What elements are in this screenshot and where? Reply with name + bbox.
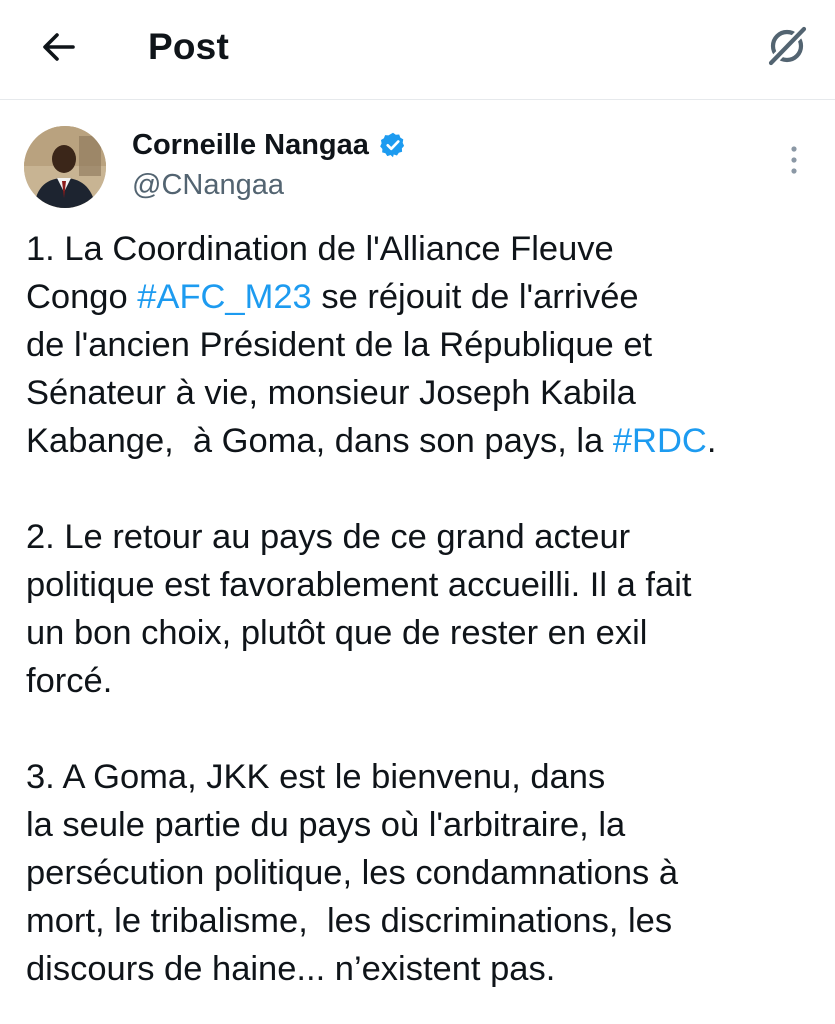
more-options-button[interactable] — [774, 138, 814, 182]
text-run: Congo — [26, 278, 138, 316]
top-app-bar: Post — [0, 0, 835, 100]
text-run: se réjouit de l'arrivée — [311, 278, 639, 316]
hashtag-link-afc-m23[interactable]: #AFC_M23 — [137, 278, 312, 316]
back-button[interactable] — [34, 25, 82, 69]
post-line: un bon choix, plutôt que de rester en ex… — [26, 614, 648, 652]
avatar[interactable] — [24, 126, 106, 208]
arrow-left-icon — [43, 33, 75, 61]
post-line: la seule partie du pays où l'arbitraire,… — [26, 806, 626, 844]
page-title: Post — [148, 26, 229, 67]
post-line: Congo #AFC_M23 se réjouit de l'arrivée — [26, 273, 826, 321]
grok-button[interactable] — [758, 20, 816, 72]
author-name[interactable]: Corneille Nangaa — [132, 126, 407, 164]
post-line: 3. A Goma, JKK est le bienvenu, dans — [26, 758, 606, 796]
post-line: forcé. — [26, 662, 113, 700]
post-line: persécution politique, les condamnations… — [26, 854, 679, 892]
post-line: de l'ancien Président de la République e… — [26, 326, 653, 364]
post-line: discours de haine... n’existent pas. — [26, 950, 556, 988]
post-paragraph-1: 1. La Coordination de l'Alliance Fleuve … — [26, 225, 826, 465]
post-line: politique est favorablement accueilli. I… — [26, 566, 692, 604]
post-line: Kabange, à Goma, dans son pays, la #RDC. — [26, 417, 826, 465]
author-handle[interactable]: @CNangaa — [132, 166, 284, 204]
author-name-text: Corneille Nangaa — [132, 129, 369, 161]
text-run: . — [706, 422, 717, 460]
text-run: Kabange, à Goma, dans son pays, la — [26, 422, 613, 460]
post-line: 1. La Coordination de l'Alliance Fleuve — [26, 230, 614, 268]
post-line: 2. Le retour au pays de ce grand acteur — [26, 518, 631, 556]
post-paragraph-3: 3. A Goma, JKK est le bienvenu, dans la … — [26, 753, 826, 993]
verified-badge-icon — [380, 132, 404, 158]
grok-icon — [764, 23, 810, 70]
post-paragraph-2: 2. Le retour au pays de ce grand acteur … — [26, 513, 826, 705]
post-line: mort, le tribalisme, les discriminations… — [26, 902, 673, 940]
post-text: 1. La Coordination de l'Alliance Fleuve … — [26, 225, 826, 993]
more-vertical-icon — [791, 146, 797, 174]
post-line: Sénateur à vie, monsieur Joseph Kabila — [26, 374, 636, 412]
profile-photo — [24, 126, 106, 208]
hashtag-link-rdc[interactable]: #RDC — [613, 422, 707, 460]
